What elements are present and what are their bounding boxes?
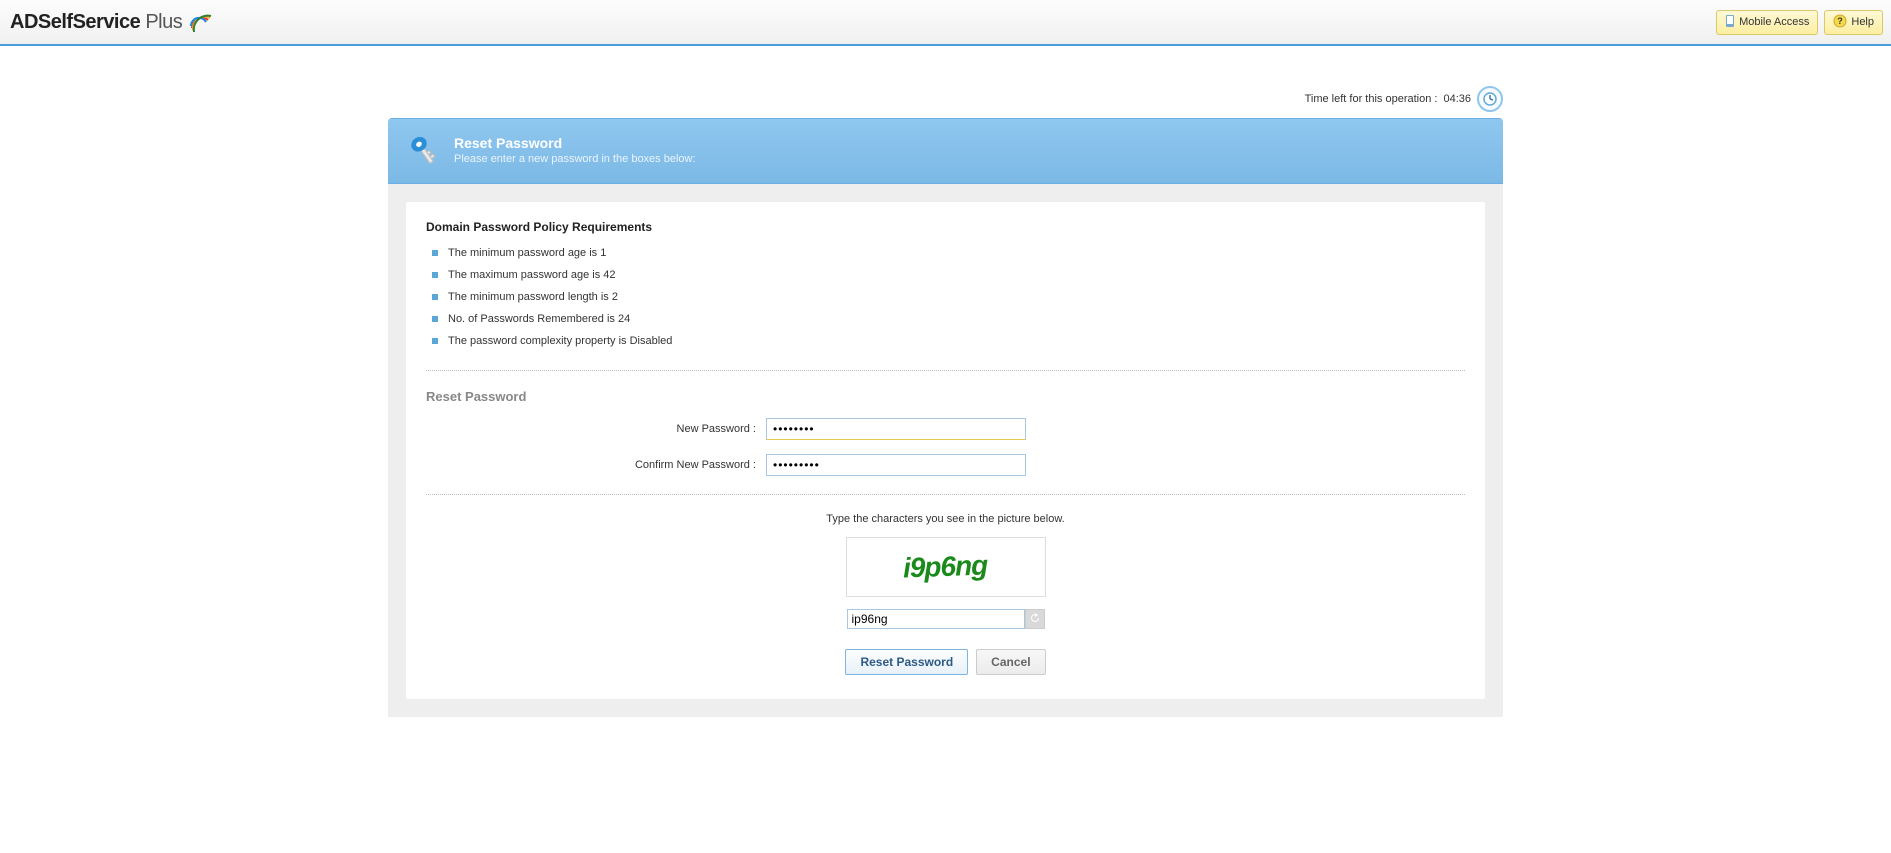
timer-row: Time left for this operation : 04:36 — [388, 86, 1503, 112]
policy-heading: Domain Password Policy Requirements — [426, 220, 1465, 234]
policy-item: The password complexity property is Disa… — [432, 330, 1465, 352]
mobile-access-button[interactable]: Mobile Access — [1716, 10, 1818, 35]
new-password-label: New Password : — [426, 423, 756, 435]
action-row: Reset Password Cancel — [426, 649, 1465, 675]
brand-text: ADSelfService Plus — [10, 11, 182, 34]
mobile-access-label: Mobile Access — [1739, 16, 1809, 28]
brand: ADSelfService Plus — [10, 10, 212, 34]
reset-section-title: Reset Password — [426, 389, 1465, 404]
help-label: Help — [1851, 16, 1874, 28]
timer-value: 04:36 — [1443, 93, 1471, 105]
captcha-input[interactable] — [847, 609, 1025, 629]
confirm-password-input[interactable] — [766, 454, 1026, 476]
panel-title: Reset Password — [454, 135, 696, 151]
top-actions: Mobile Access ? Help — [1716, 10, 1883, 35]
cancel-button[interactable]: Cancel — [976, 649, 1045, 675]
confirm-password-label: Confirm New Password : — [426, 459, 756, 471]
top-bar: ADSelfService Plus Mobile Access ? Help — [0, 0, 1891, 46]
brand-arc-icon — [188, 10, 212, 34]
brand-suffix: Plus — [145, 11, 182, 33]
policy-list: The minimum password age is 1 The maximu… — [426, 242, 1465, 352]
timer-label: Time left for this operation : — [1305, 93, 1438, 105]
confirm-password-row: Confirm New Password : — [426, 454, 1465, 476]
divider — [426, 494, 1465, 495]
policy-item: The minimum password length is 2 — [432, 286, 1465, 308]
new-password-input[interactable] — [766, 418, 1026, 440]
card: Domain Password Policy Requirements The … — [406, 202, 1485, 699]
policy-item: The maximum password age is 42 — [432, 264, 1465, 286]
new-password-row: New Password : — [426, 418, 1465, 440]
captcha-refresh-button[interactable] — [1025, 609, 1045, 629]
help-button[interactable]: ? Help — [1824, 10, 1883, 35]
refresh-icon — [1029, 612, 1041, 627]
clock-icon — [1477, 86, 1503, 112]
policy-item: No. of Passwords Remembered is 24 — [432, 308, 1465, 330]
help-icon: ? — [1833, 14, 1847, 31]
reset-password-button[interactable]: Reset Password — [845, 649, 968, 675]
panel-header: Reset Password Please enter a new passwo… — [388, 118, 1503, 184]
captcha-image: i9p6ng — [846, 537, 1046, 597]
mobile-icon — [1725, 14, 1735, 31]
panel-subtitle: Please enter a new password in the boxes… — [454, 153, 696, 165]
policy-item: The minimum password age is 1 — [432, 242, 1465, 264]
key-icon — [402, 129, 444, 171]
main-panel: Reset Password Please enter a new passwo… — [388, 118, 1503, 717]
captcha-section: Type the characters you see in the pictu… — [426, 513, 1465, 675]
brand-main: ADSelfService — [10, 11, 140, 33]
captcha-input-row — [426, 609, 1465, 629]
divider — [426, 370, 1465, 371]
captcha-text: i9p6ng — [903, 550, 988, 585]
captcha-instruction: Type the characters you see in the pictu… — [426, 513, 1465, 525]
svg-text:?: ? — [1838, 16, 1844, 26]
